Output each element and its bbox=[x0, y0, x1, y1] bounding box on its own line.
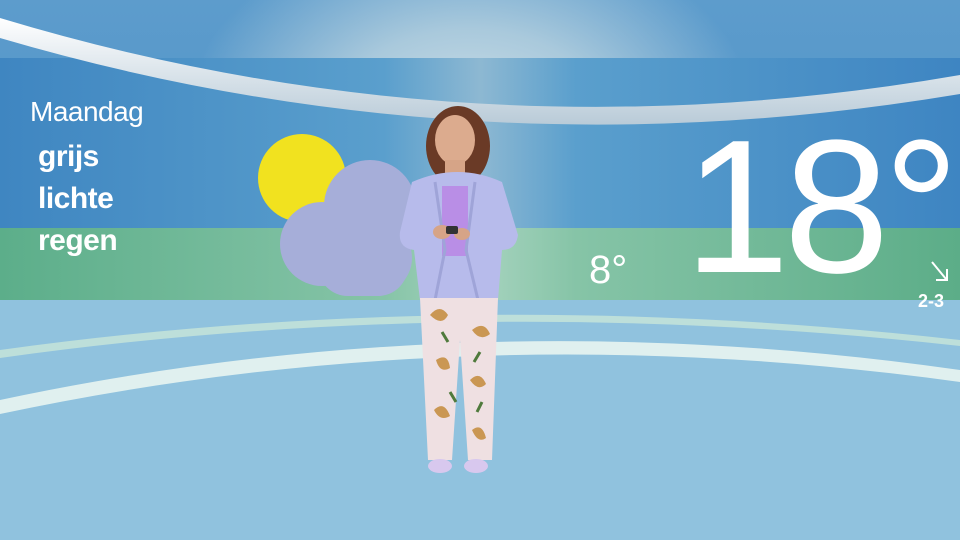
wind-direction-arrow-icon bbox=[931, 261, 948, 281]
wind-force-value: 2-3 bbox=[918, 291, 945, 311]
weather-presenter bbox=[399, 106, 518, 473]
weather-description-line-2: lichte bbox=[38, 182, 114, 215]
weather-description-line-3: regen bbox=[38, 224, 118, 257]
weather-studio-scene: Maandag grijs lichte regen 8° 18° 2-3 bbox=[0, 0, 960, 540]
min-temperature: 8° bbox=[589, 248, 628, 292]
max-temperature: 18° bbox=[684, 101, 959, 313]
forecast-day-label: Maandag bbox=[30, 96, 144, 127]
weather-description-line-1: grijs bbox=[38, 140, 99, 173]
